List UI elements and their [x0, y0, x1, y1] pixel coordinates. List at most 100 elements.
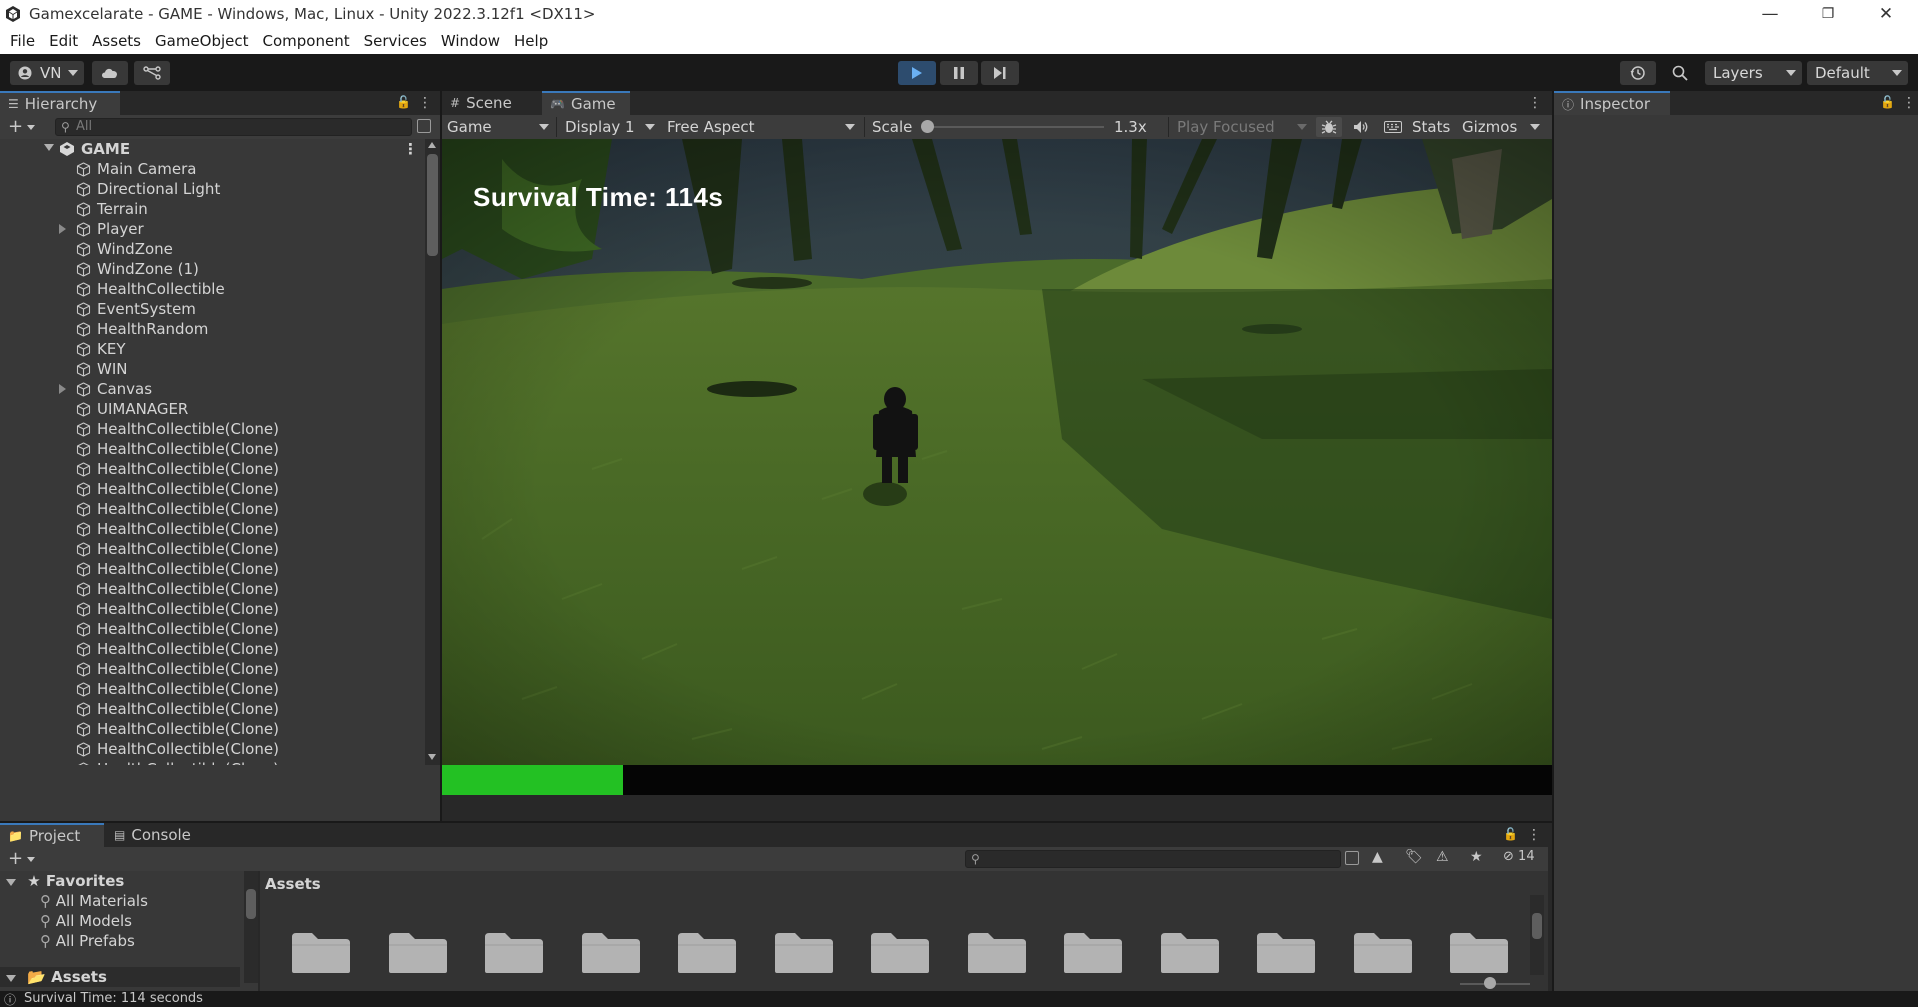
hidden-packages-toggle[interactable]: ⊘ 14	[1503, 849, 1535, 864]
hierarchy-item[interactable]: HealthCollectible(Clone)	[0, 759, 425, 765]
hierarchy-root-scene[interactable]: GAME ⋮	[0, 139, 425, 159]
expand-arrow-icon[interactable]	[6, 879, 16, 886]
hierarchy-item[interactable]: Directional Light	[0, 179, 425, 199]
tab-hierarchy[interactable]: ☰ Hierarchy	[0, 91, 120, 115]
asset-folder-icon[interactable]	[1352, 931, 1414, 975]
tab-console[interactable]: ▤ Console	[106, 823, 216, 847]
scene-visibility-icon[interactable]	[417, 119, 431, 133]
hierarchy-item[interactable]: HealthCollectible(Clone)	[0, 479, 425, 499]
undo-history-button[interactable]	[1620, 61, 1656, 85]
search-by-type-icon[interactable]	[1345, 851, 1359, 865]
more-options-icon[interactable]: ⋮	[1528, 95, 1542, 111]
hierarchy-scrollbar[interactable]	[425, 139, 440, 765]
display-dropdown[interactable]: Display 1	[560, 117, 660, 137]
tab-scene[interactable]: # Scene	[442, 91, 540, 115]
menu-edit[interactable]: Edit	[43, 32, 84, 50]
scroll-up-icon[interactable]	[428, 142, 436, 148]
add-icon[interactable]: +	[8, 116, 23, 137]
scroll-thumb[interactable]	[246, 889, 256, 919]
account-dropdown[interactable]: VN	[10, 61, 84, 85]
hierarchy-item[interactable]: Player	[0, 219, 425, 239]
hierarchy-item[interactable]: HealthCollectible	[0, 279, 425, 299]
project-tree-scrollbar[interactable]	[244, 871, 258, 983]
label-icon[interactable]: 🏷	[1405, 849, 1423, 865]
asset-folder-icon[interactable]	[387, 931, 449, 975]
asset-folder-icon[interactable]	[483, 931, 545, 975]
pause-button[interactable]	[940, 61, 978, 85]
more-options-icon[interactable]: ⋮	[1527, 827, 1541, 843]
asset-folder-icon[interactable]	[676, 931, 738, 975]
tab-game[interactable]: 🎮 Game	[542, 91, 630, 115]
hierarchy-item[interactable]: HealthCollectible(Clone)	[0, 539, 425, 559]
asset-folder-icon[interactable]	[580, 931, 642, 975]
favorites-header[interactable]: ★ Favorites	[6, 871, 124, 891]
hierarchy-item[interactable]: HealthCollectible(Clone)	[0, 619, 425, 639]
more-options-icon[interactable]: ⋮	[403, 139, 418, 159]
hierarchy-item[interactable]: Terrain	[0, 199, 425, 219]
shortcuts-toggle[interactable]	[1382, 117, 1404, 137]
lock-icon[interactable]: 🔓	[1880, 95, 1895, 109]
asset-folder-icon[interactable]	[1448, 931, 1510, 975]
lock-icon[interactable]: 🔓	[396, 95, 411, 109]
lock-icon[interactable]: 🔓	[1503, 827, 1518, 841]
expand-arrow-icon[interactable]	[6, 975, 16, 982]
hierarchy-item[interactable]: UIMANAGER	[0, 399, 425, 419]
hierarchy-item[interactable]: Canvas	[0, 379, 425, 399]
hierarchy-item[interactable]: HealthCollectible(Clone)	[0, 439, 425, 459]
asset-folder-icon[interactable]	[1255, 931, 1317, 975]
more-options-icon[interactable]: ⋮	[418, 95, 432, 111]
aspect-dropdown[interactable]: Free Aspect	[662, 117, 860, 137]
expand-arrow-icon[interactable]	[59, 224, 66, 234]
asset-folder-icon[interactable]	[966, 931, 1028, 975]
hierarchy-item[interactable]: HealthCollectible(Clone)	[0, 639, 425, 659]
mute-audio-toggle[interactable]	[1350, 117, 1372, 137]
menu-assets[interactable]: Assets	[86, 32, 147, 50]
menu-window[interactable]: Window	[435, 32, 506, 50]
expand-arrow-icon[interactable]	[59, 384, 66, 394]
favorite-all-materials[interactable]: ⚲ All Materials	[40, 891, 148, 911]
expand-arrow-icon[interactable]	[44, 144, 54, 151]
hierarchy-item[interactable]: HealthCollectible(Clone)	[0, 459, 425, 479]
hierarchy-item[interactable]: WindZone	[0, 239, 425, 259]
menu-gameobject[interactable]: GameObject	[149, 32, 255, 50]
more-options-icon[interactable]: ⋮	[1902, 95, 1916, 111]
gizmos-button[interactable]: Gizmos	[1462, 117, 1517, 137]
favorite-all-models[interactable]: ⚲ All Models	[40, 911, 132, 931]
hierarchy-item[interactable]: HealthCollectible(Clone)	[0, 519, 425, 539]
icon-size-knob[interactable]	[1484, 977, 1496, 989]
step-button[interactable]	[981, 61, 1019, 85]
hierarchy-item[interactable]: HealthCollectible(Clone)	[0, 699, 425, 719]
assets-breadcrumb[interactable]: Assets	[265, 875, 321, 893]
chevron-down-icon[interactable]	[27, 125, 35, 130]
hierarchy-item[interactable]: HealthCollectible(Clone)	[0, 559, 425, 579]
hierarchy-item[interactable]: HealthCollectible(Clone)	[0, 739, 425, 759]
asset-folder-icon[interactable]	[1159, 931, 1221, 975]
close-button[interactable]: ✕	[1858, 0, 1914, 28]
layers-dropdown[interactable]: Layers	[1705, 61, 1802, 85]
hierarchy-item[interactable]: HealthCollectible(Clone)	[0, 499, 425, 519]
game-viewport[interactable]: Survival Time: 114s	[442, 139, 1552, 765]
play-mode-dropdown[interactable]: Play Focused	[1172, 117, 1312, 137]
menu-services[interactable]: Services	[358, 32, 433, 50]
cloud-button[interactable]	[92, 61, 128, 85]
hierarchy-item[interactable]: Main Camera	[0, 159, 425, 179]
project-search-input[interactable]: ⚲	[965, 850, 1341, 868]
hierarchy-item[interactable]: HealthCollectible(Clone)	[0, 719, 425, 739]
chevron-down-icon[interactable]	[27, 857, 35, 862]
hierarchy-scroll-thumb[interactable]	[427, 154, 438, 256]
search-button[interactable]	[1663, 61, 1697, 85]
minimize-button[interactable]: —	[1742, 0, 1798, 28]
hierarchy-item[interactable]: HealthCollectible(Clone)	[0, 579, 425, 599]
restore-button[interactable]: ❐	[1800, 0, 1856, 28]
favorite-all-prefabs[interactable]: ⚲ All Prefabs	[40, 931, 135, 951]
hierarchy-search-input[interactable]: ⚲ All	[55, 118, 412, 136]
tab-inspector[interactable]: ⓘ Inspector	[1554, 91, 1670, 115]
menu-component[interactable]: Component	[257, 32, 356, 50]
status-message[interactable]: Survival Time: 114 seconds	[24, 991, 203, 1007]
asset-folder-icon[interactable]	[1062, 931, 1124, 975]
scale-slider-knob[interactable]	[921, 120, 934, 133]
hierarchy-item[interactable]: HealthCollectible(Clone)	[0, 679, 425, 699]
hierarchy-item[interactable]: HealthCollectible(Clone)	[0, 599, 425, 619]
hierarchy-item[interactable]: WindZone (1)	[0, 259, 425, 279]
collab-button[interactable]	[134, 61, 170, 85]
